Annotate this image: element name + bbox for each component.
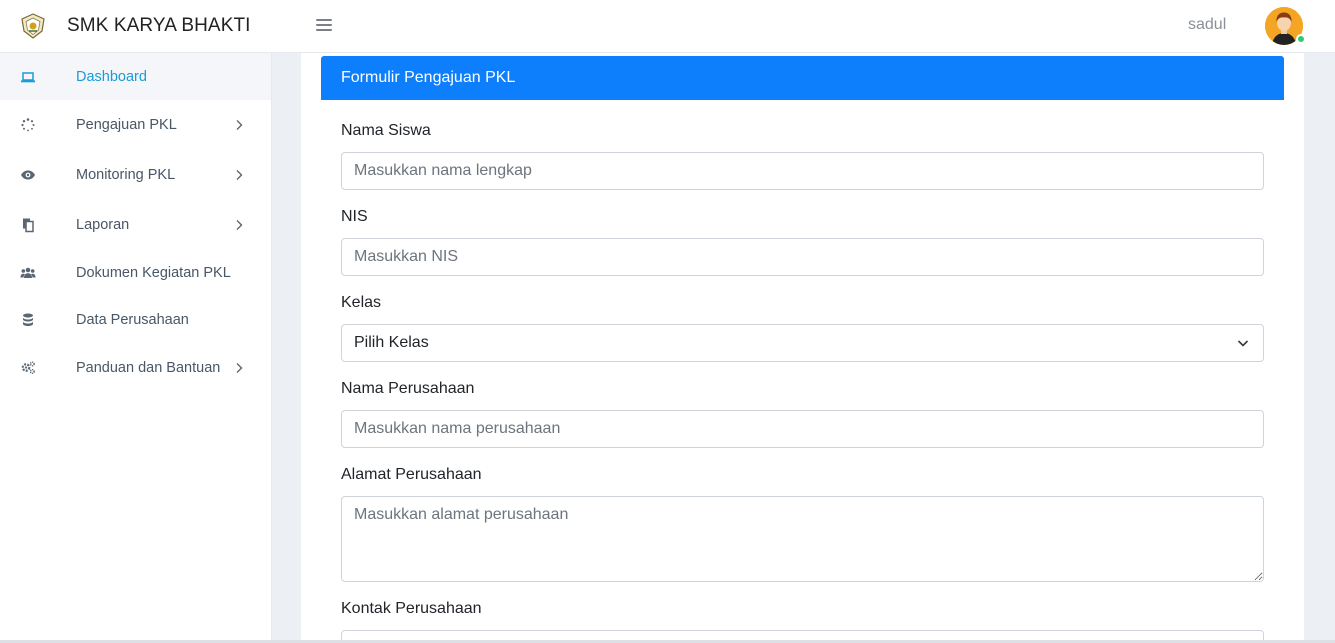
chevron-right-icon: [236, 120, 243, 130]
chevron-down-icon: [1237, 340, 1249, 347]
nis-label: NIS: [341, 208, 368, 225]
sidebar-item-label: Panduan dan Bantuan: [76, 360, 221, 376]
sidebar-item-panduan-dan-bantuan[interactable]: Panduan dan Bantuan: [0, 343, 271, 393]
school-crest-icon: [21, 13, 45, 39]
top-navbar: SMK KARYA BHAKTI: [0, 0, 1335, 53]
users-icon: [20, 265, 36, 281]
kelas-selected-value: Pilih Kelas: [354, 334, 429, 351]
hamburger-icon[interactable]: [316, 18, 332, 32]
sidebar-item-label: Data Perusahaan: [76, 311, 189, 328]
sidebar-item-data-perusahaan[interactable]: Data Perusahaan: [0, 296, 271, 343]
database-icon: [20, 312, 36, 328]
alamat-perusahaan-label: Alamat Perusahaan: [341, 466, 482, 483]
alamat-perusahaan-textarea[interactable]: [341, 496, 1264, 582]
nama-siswa-input[interactable]: [341, 152, 1264, 190]
brand[interactable]: SMK KARYA BHAKTI: [0, 0, 271, 53]
form-title: Formulir Pengajuan PKL: [341, 69, 516, 86]
nis-input[interactable]: [341, 238, 1264, 276]
copy-icon: [20, 217, 36, 233]
kontak-perusahaan-label: Kontak Perusahaan: [341, 600, 482, 617]
sidebar-item-dashboard[interactable]: Dashboard: [0, 53, 271, 100]
sidebar-item-monitoring-pkl[interactable]: Monitoring PKL: [0, 150, 271, 200]
sidebar-item-label: Dashboard: [76, 68, 147, 85]
sidebar: Dashboard Pengajuan PKL Monitoring PKL L…: [0, 53, 271, 643]
nama-perusahaan-label: Nama Perusahaan: [341, 380, 475, 397]
laptop-icon: [20, 69, 36, 85]
sidebar-item-label: Monitoring PKL: [76, 167, 176, 183]
main-content: Formulir Pengajuan PKL Nama Siswa NIS Ke…: [301, 53, 1304, 643]
eye-icon: [20, 167, 36, 183]
spinner-icon: [20, 117, 36, 133]
sidebar-item-label: Dokumen Kegiatan PKL: [76, 264, 231, 281]
sidebar-item-label: Laporan: [76, 216, 130, 233]
sidebar-item-pengajuan-pkl[interactable]: Pengajuan PKL: [0, 100, 271, 150]
username[interactable]: sadul: [1188, 16, 1226, 34]
chevron-right-icon: [236, 170, 243, 180]
brand-name: SMK KARYA BHAKTI: [67, 15, 251, 36]
nama-siswa-label: Nama Siswa: [341, 122, 431, 139]
sidebar-item-label: Pengajuan PKL: [76, 117, 177, 133]
cogs-icon: [20, 360, 36, 376]
nama-perusahaan-input[interactable]: [341, 410, 1264, 448]
sidebar-item-laporan[interactable]: Laporan: [0, 200, 271, 249]
kelas-label: Kelas: [341, 294, 382, 311]
online-status-dot: [1296, 34, 1306, 44]
chevron-right-icon: [236, 219, 243, 230]
form-card-header: Formulir Pengajuan PKL: [321, 56, 1284, 100]
sidebar-item-dokumen-kegiatan-pkl[interactable]: Dokumen Kegiatan PKL: [0, 249, 271, 296]
chevron-right-icon: [236, 363, 243, 373]
kelas-select[interactable]: Pilih Kelas: [341, 324, 1264, 362]
